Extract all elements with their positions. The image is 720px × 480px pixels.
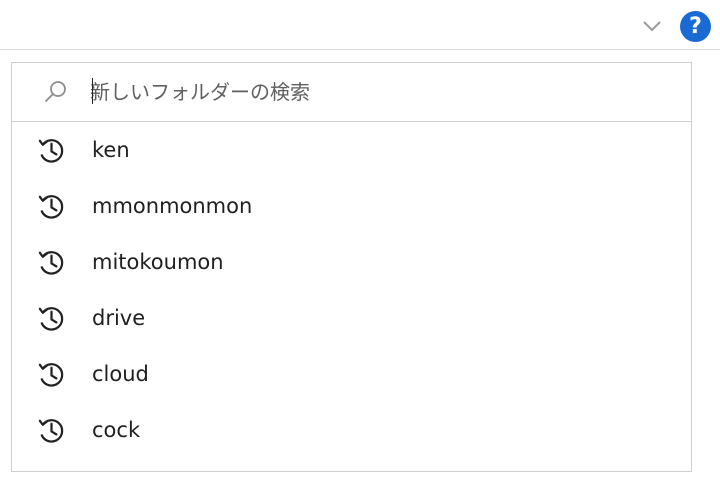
history-item-label: mmonmonmon [92, 194, 253, 218]
history-item-label: mitokoumon [92, 250, 224, 274]
search-icon [45, 81, 66, 102]
history-item-drive[interactable]: drive [12, 290, 691, 346]
history-list: ken mmonmonmon mitokoumon drive cloud co… [12, 122, 691, 458]
search-dropdown-window: ? ken [0, 0, 720, 480]
history-item-label: drive [92, 306, 146, 330]
history-icon [38, 419, 64, 443]
search-input[interactable] [90, 73, 670, 111]
history-icon [38, 139, 64, 163]
chevron-down-icon [643, 21, 661, 32]
chevron-down-button[interactable] [638, 12, 666, 40]
history-item-ken[interactable]: ken [12, 122, 691, 178]
history-icon [38, 307, 64, 331]
history-item-mmonmonmon[interactable]: mmonmonmon [12, 178, 691, 234]
history-item-label: cock [92, 418, 141, 442]
history-icon [38, 251, 64, 275]
history-icon [38, 363, 64, 387]
search-row [12, 63, 691, 122]
history-icon [38, 195, 64, 219]
history-item-cloud[interactable]: cloud [12, 346, 691, 402]
history-item-label: cloud [92, 362, 149, 386]
top-toolbar: ? [0, 0, 720, 50]
search-suggestions-panel: ken mmonmonmon mitokoumon [11, 62, 692, 472]
help-icon: ? [689, 13, 702, 39]
top-divider [0, 49, 720, 50]
text-cursor [92, 78, 93, 104]
help-button[interactable]: ? [680, 11, 711, 42]
history-item-label: ken [92, 138, 130, 162]
history-item-cock[interactable]: cock [12, 402, 691, 458]
history-item-mitokoumon[interactable]: mitokoumon [12, 234, 691, 290]
